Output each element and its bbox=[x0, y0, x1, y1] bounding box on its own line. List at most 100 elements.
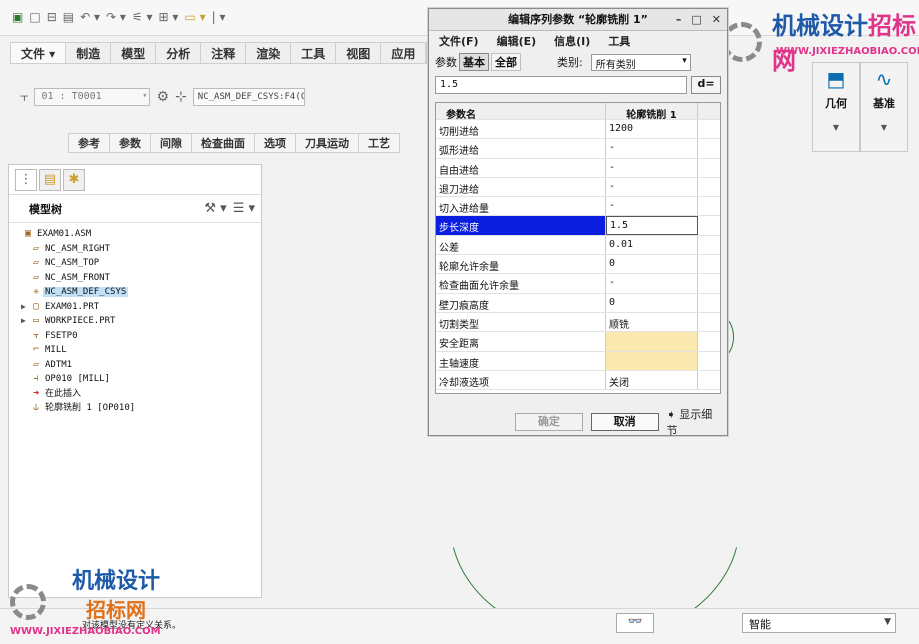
ok-button[interactable]: 确定 bbox=[515, 413, 583, 431]
minimize-icon[interactable]: – bbox=[676, 9, 682, 31]
param-value[interactable] bbox=[606, 332, 698, 351]
customize-icon[interactable]: | ▾ bbox=[212, 10, 226, 24]
param-value[interactable] bbox=[606, 351, 698, 370]
tree-node[interactable]: ▱ ADTM1 bbox=[9, 358, 261, 373]
tree-node[interactable]: ▶ ▭ WORKPIECE.PRT bbox=[9, 314, 261, 329]
param-value[interactable]: 1200 bbox=[606, 120, 698, 139]
menu-tab[interactable]: 应用 bbox=[381, 43, 427, 63]
tool-settings-icon[interactable]: ⚙ bbox=[156, 89, 169, 105]
tree-node[interactable]: ⫞ OP010 [MILL] bbox=[9, 372, 261, 387]
dashboard-tab[interactable]: 参考 bbox=[68, 133, 110, 153]
show-details-button[interactable]: ➧ 显示细节 bbox=[667, 406, 724, 438]
expand-arrow-icon[interactable]: ▶ bbox=[21, 300, 29, 315]
dashboard-tab[interactable]: 参数 bbox=[110, 133, 151, 153]
table-row[interactable]: 切入进给量 - bbox=[436, 197, 720, 217]
part-icon: ▢ bbox=[32, 300, 40, 312]
folder-browser-tab-icon[interactable]: ▤ bbox=[39, 169, 61, 191]
dashboard-tab[interactable]: 工艺 bbox=[359, 133, 400, 153]
param-value[interactable]: - bbox=[606, 274, 698, 293]
relation-button[interactable]: d= bbox=[691, 76, 721, 94]
table-row[interactable]: 切割类型 顺铣 bbox=[436, 312, 720, 333]
favorites-tab-icon[interactable]: ✱ bbox=[63, 169, 85, 191]
model-tree-panel: ⋮ ▤ ✱ 模型树 ⚒ ▾ ☰ ▾ ▣ EXAM01.ASM ▱ NC_ASM_RIG… bbox=[8, 164, 262, 598]
undo-icon[interactable]: ↶ ▾ bbox=[80, 10, 100, 24]
tree-node[interactable]: ▱ NC_ASM_RIGHT bbox=[9, 242, 261, 257]
tree-node[interactable]: ⫟ FSETP0 bbox=[9, 329, 261, 344]
new-icon[interactable]: □ bbox=[29, 10, 40, 24]
table-row[interactable]: 步长深度 1.5 bbox=[436, 216, 720, 236]
table-row[interactable]: 自由进给 - bbox=[436, 158, 720, 178]
geometry-label: 几何 bbox=[825, 97, 847, 110]
window-icon[interactable]: ⊞ ▾ bbox=[159, 10, 179, 24]
chevron-down-icon: ▾ bbox=[682, 55, 687, 66]
dialog-menu-item[interactable]: 编辑(E) bbox=[497, 33, 537, 49]
table-row[interactable]: 退刀进给 - bbox=[436, 177, 720, 198]
param-value[interactable]: 关闭 bbox=[606, 370, 698, 390]
param-value[interactable]: 0.01 bbox=[606, 235, 698, 255]
dashboard-tab[interactable]: 刀具运动 bbox=[296, 133, 359, 153]
regenerate-icon[interactable]: ⚟ ▾ bbox=[132, 10, 153, 24]
csys-field[interactable]: NC_ASM_DEF_CSYS:F4(C bbox=[192, 88, 305, 106]
tree-node[interactable]: ▱ NC_ASM_TOP bbox=[9, 256, 261, 271]
table-row[interactable]: 轮廓允许余量 0 bbox=[436, 255, 720, 275]
dialog-menu-item[interactable]: 工具 bbox=[608, 33, 630, 49]
table-row[interactable]: 切削进给 1200 bbox=[436, 120, 720, 140]
dashboard-tab[interactable]: 选项 bbox=[255, 133, 296, 153]
close-icon[interactable]: ✕ bbox=[712, 9, 721, 31]
param-value[interactable]: - bbox=[606, 197, 698, 216]
expand-arrow-icon[interactable]: ▶ bbox=[21, 314, 29, 329]
table-row[interactable]: 冷却液选项 关闭 bbox=[436, 370, 720, 391]
selection-filter[interactable]: 智能 ▼ bbox=[742, 613, 896, 633]
tree-node[interactable]: ✳ NC_ASM_DEF_CSYS bbox=[9, 285, 261, 300]
menu-tab[interactable]: 注释 bbox=[201, 43, 247, 63]
param-value[interactable]: 0 bbox=[606, 293, 698, 312]
find-button[interactable]: 👓 bbox=[616, 613, 654, 633]
param-value[interactable]: - bbox=[606, 158, 698, 177]
menu-tab[interactable]: 分析 bbox=[156, 43, 202, 63]
param-name: 安全距离 bbox=[436, 332, 606, 351]
menu-tab[interactable]: 模型 bbox=[111, 43, 157, 63]
menu-tab[interactable]: 渲染 bbox=[246, 43, 292, 63]
save-icon[interactable]: ▤ bbox=[63, 10, 74, 24]
table-row[interactable]: 弧形进给 - bbox=[436, 139, 720, 159]
param-value[interactable]: - bbox=[606, 139, 698, 158]
param-value[interactable]: 1.5 bbox=[606, 216, 698, 235]
model-tree-tab-icon[interactable]: ⋮ bbox=[15, 169, 37, 191]
menu-tab[interactable]: 文件 ▾ bbox=[11, 43, 67, 63]
maximize-icon[interactable]: □ bbox=[691, 9, 701, 31]
tool-combo[interactable]: 01 : T0001 ▾ bbox=[34, 88, 151, 106]
menu-tab[interactable]: 视图 bbox=[336, 43, 382, 63]
dialog-footer: 确定 取消 ➧ 显示细节 bbox=[429, 406, 727, 438]
redo-icon[interactable]: ↷ ▾ bbox=[106, 10, 126, 24]
value-input[interactable]: 1.5 bbox=[435, 76, 687, 94]
tree-node[interactable]: ▶ ▢ EXAM01.PRT bbox=[9, 300, 261, 315]
tree-node[interactable]: ➜ 在此插入 bbox=[9, 387, 261, 402]
table-row[interactable]: 主轴速度 bbox=[436, 351, 720, 371]
model-tree-list: ▣ EXAM01.ASM ▱ NC_ASM_RIGHT ▱ NC_ASM_TOP ▱ NC_A… bbox=[9, 223, 261, 416]
tree-node[interactable]: ⌐ MILL bbox=[9, 343, 261, 358]
tree-node[interactable]: ▱ NC_ASM_FRONT bbox=[9, 271, 261, 286]
basic-button[interactable]: 基本 bbox=[459, 53, 489, 71]
menu-tab[interactable]: 制造 bbox=[66, 43, 112, 63]
dialog-menu-item[interactable]: 文件(F) bbox=[439, 33, 479, 49]
cancel-button[interactable]: 取消 bbox=[590, 413, 659, 431]
tree-node[interactable]: ⫝ 轮廓铣削 1 [OP010] bbox=[9, 401, 261, 416]
category-select[interactable]: 所有类别 ▾ bbox=[590, 53, 691, 71]
dashboard-tab[interactable]: 检查曲面 bbox=[192, 133, 255, 153]
tree-filter-icon[interactable]: ☰ ▾ bbox=[233, 201, 255, 216]
tree-settings-icon[interactable]: ⚒ ▾ bbox=[204, 201, 226, 216]
param-value[interactable]: 0 bbox=[606, 255, 698, 274]
table-row[interactable]: 公差 0.01 bbox=[436, 235, 720, 256]
all-button[interactable]: 全部 bbox=[491, 53, 521, 71]
table-row[interactable]: 检查曲面允许余量 - bbox=[436, 274, 720, 294]
table-row[interactable]: 壁刀痕高度 0 bbox=[436, 293, 720, 313]
menu-tab[interactable]: 工具 bbox=[291, 43, 337, 63]
dashboard-tab[interactable]: 间隙 bbox=[151, 133, 192, 153]
dialog-menu-item[interactable]: 信息(I) bbox=[554, 33, 590, 49]
param-value[interactable]: - bbox=[606, 177, 698, 197]
folder-icon[interactable]: ▭ ▾ bbox=[184, 10, 205, 24]
open-icon[interactable]: ⊟ bbox=[47, 10, 57, 24]
param-value[interactable]: 顺铣 bbox=[606, 312, 698, 332]
tree-node[interactable]: ▣ EXAM01.ASM bbox=[9, 227, 261, 242]
table-row[interactable]: 安全距离 bbox=[436, 332, 720, 352]
